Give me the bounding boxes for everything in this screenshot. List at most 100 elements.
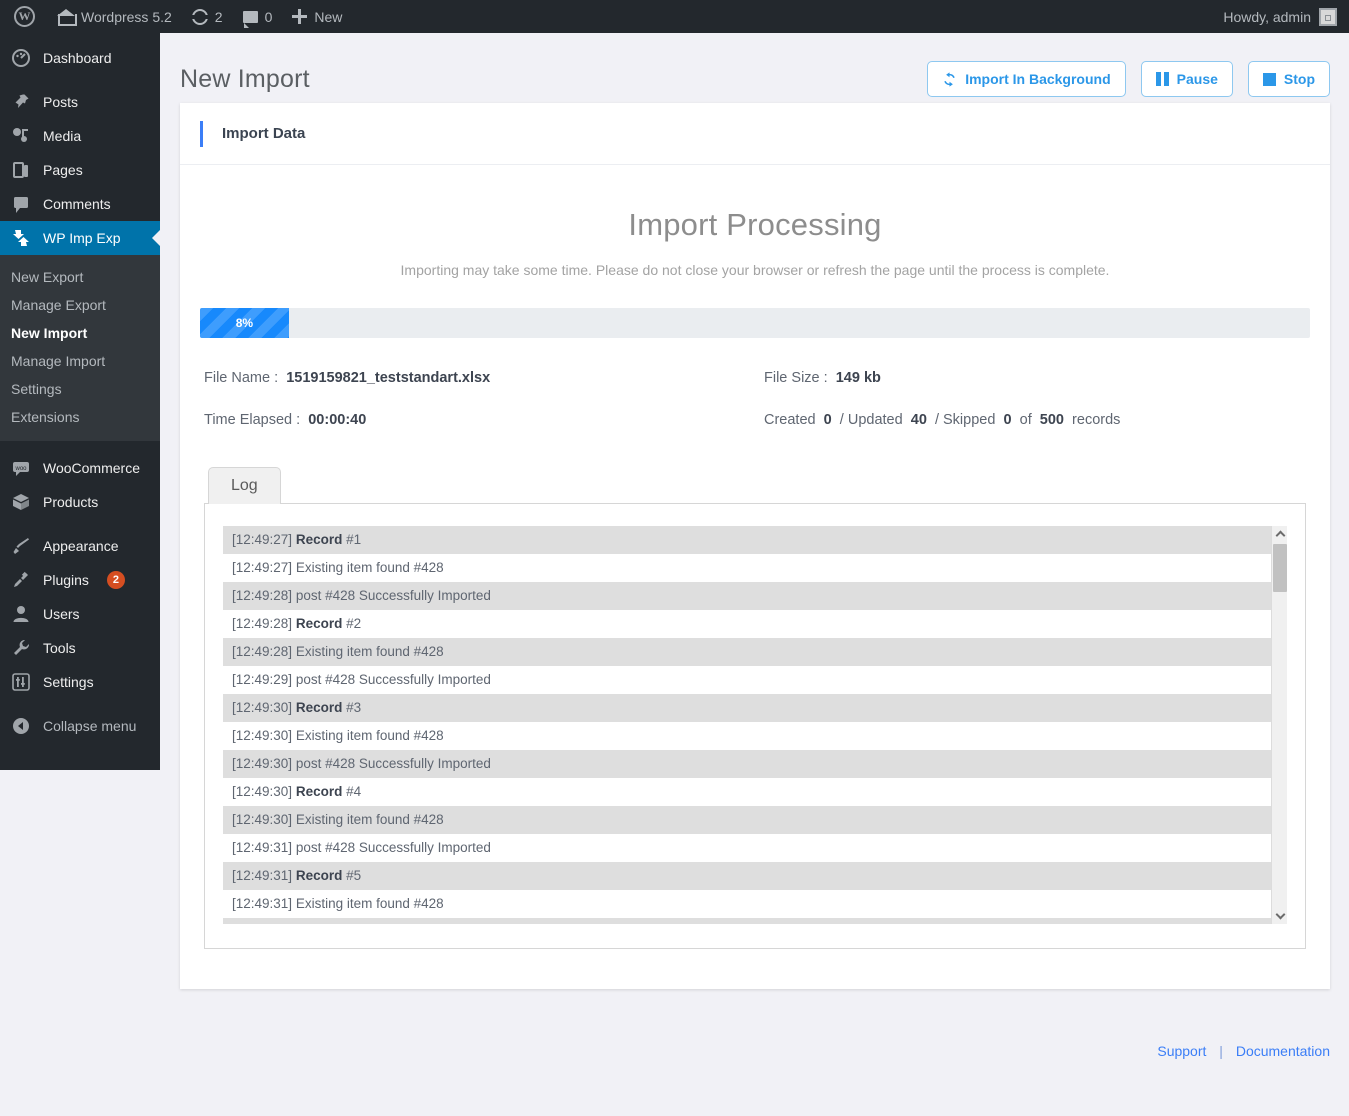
admin-sidebar: Dashboard Posts Media Pages Comments WP … (0, 33, 160, 770)
log-row-emphasis: Record (295, 868, 343, 883)
sidebar-item-wp-imp-exp[interactable]: WP Imp Exp (0, 221, 160, 255)
sidebar-item-dashboard[interactable]: Dashboard (0, 41, 160, 75)
dashboard-icon (11, 48, 31, 68)
pause-button[interactable]: Pause (1140, 61, 1233, 97)
submenu-item-extensions[interactable]: Extensions (0, 403, 160, 431)
log-row-time: [12:49:27] (232, 560, 293, 575)
submenu-item-new-import[interactable]: New Import (0, 319, 160, 347)
log-row-message: post #428 Successfully Imported (292, 588, 491, 603)
file-size-value: 149 kb (835, 370, 881, 386)
sidebar-item-posts[interactable]: Posts (0, 85, 160, 119)
users-icon (11, 604, 31, 624)
scroll-up-icon[interactable] (1272, 526, 1287, 542)
submenu-item-manage-import[interactable]: Manage Import (0, 347, 160, 375)
import-subheading: Importing may take some time. Please do … (400, 262, 1110, 278)
log-row-message: Existing item found #428 (292, 644, 444, 659)
log-panel: [12:49:27] Record #1 [12:49:27] Existing … (204, 504, 1306, 949)
wordpress-logo-menu[interactable] (0, 0, 47, 33)
sidebar-item-woocommerce[interactable]: woo WooCommerce (0, 451, 160, 485)
avatar (1319, 7, 1337, 26)
log-row-message: post #428 Successfully Imported (292, 840, 491, 855)
log-row (223, 918, 1271, 924)
sidebar-item-pages[interactable]: Pages (0, 153, 160, 187)
posts-pin-icon (11, 92, 31, 112)
log-row: [12:49:30] Existing item found #428 (223, 806, 1271, 834)
log-row-time: [12:49:30] (232, 756, 293, 771)
time-elapsed-label: Time Elapsed : (204, 412, 301, 428)
sidebar-item-plugins[interactable]: Plugins 2 (0, 563, 160, 597)
log-row-emphasis: Record (295, 700, 343, 715)
sidebar-item-products[interactable]: Products (0, 485, 160, 519)
collapse-arrow-icon (11, 716, 31, 736)
updates-count: 2 (214, 8, 223, 25)
account-menu[interactable]: Howdy, admin (1223, 7, 1349, 26)
documentation-link[interactable]: Documentation (1236, 1043, 1330, 1059)
stop-icon (1262, 72, 1276, 86)
site-name-menu[interactable]: Wordpress 5.2 (47, 0, 182, 33)
log-row-time: [12:49:28] (232, 644, 293, 659)
comment-bubble-icon (242, 10, 258, 28)
log-row-message: Existing item found #428 (292, 812, 444, 827)
import-in-background-label: Import In Background (965, 71, 1111, 87)
footer-links: Support | Documentation (1157, 1043, 1330, 1059)
log-tabs: Log [12:49:27] Record #1 [12:49:27] Exist… (200, 466, 1310, 949)
created-value: 0 (823, 412, 832, 428)
updates-menu[interactable]: 2 (182, 0, 233, 33)
log-row: [12:49:30] Record #3 (223, 694, 1271, 722)
new-content-menu[interactable]: New (282, 0, 352, 33)
stop-button[interactable]: Stop (1247, 61, 1330, 97)
sidebar-label: Collapse menu (43, 718, 137, 734)
sidebar-item-tools[interactable]: Tools (0, 631, 160, 665)
pause-icon (1155, 72, 1169, 86)
sidebar-label: Media (43, 128, 82, 144)
sidebar-item-settings[interactable]: Settings (0, 665, 160, 699)
sidebar-label: Plugins (43, 572, 89, 588)
progress-bar-track: 8% (200, 308, 1310, 338)
log-row-message: Existing item found #428 (292, 728, 444, 743)
submenu-item-manage-export[interactable]: Manage Export (0, 291, 160, 319)
log-scrollbar[interactable] (1271, 526, 1287, 924)
log-row-message: #1 (342, 532, 362, 547)
import-in-background-button[interactable]: Import In Background (927, 61, 1126, 97)
media-icon (11, 126, 31, 146)
log-row-time: [12:49:30] (232, 812, 293, 827)
updated-value: 40 (910, 412, 927, 428)
progress-bar-fill: 8% (200, 308, 289, 338)
total-records-value: 500 (1039, 412, 1064, 428)
scroll-down-icon[interactable] (1272, 908, 1287, 924)
submenu-item-settings[interactable]: Settings (0, 375, 160, 403)
log-row: [12:49:27] Existing item found #428 (223, 554, 1271, 582)
slash-1: / (839, 412, 844, 428)
comments-count: 0 (264, 8, 273, 25)
scrollbar-thumb[interactable] (1273, 544, 1287, 592)
page-title: New Import (180, 64, 310, 93)
sidebar-label: Settings (43, 674, 94, 690)
sidebar-item-media[interactable]: Media (0, 119, 160, 153)
slash-2: / (934, 412, 939, 428)
sidebar-label: Comments (43, 196, 111, 212)
sidebar-item-appearance[interactable]: Appearance (0, 529, 160, 563)
time-elapsed-value: 00:00:40 (308, 412, 367, 428)
file-name-row: File Name : 1519159821_teststandart.xlsx (204, 370, 764, 386)
records-label: records (1072, 412, 1121, 428)
log-scroll-area[interactable]: [12:49:27] Record #1 [12:49:27] Existing … (223, 526, 1287, 924)
sidebar-item-comments[interactable]: Comments (0, 187, 160, 221)
log-row-time: [12:49:29] (232, 672, 293, 687)
tab-log[interactable]: Log (208, 467, 281, 504)
pause-label: Pause (1176, 71, 1218, 87)
refresh-icon (190, 8, 209, 25)
support-link[interactable]: Support (1157, 1043, 1206, 1059)
submenu-item-new-export[interactable]: New Export (0, 263, 160, 291)
log-row: [12:49:31] Existing item found #428 (223, 890, 1271, 918)
sidebar-label: Products (43, 494, 99, 510)
time-elapsed-row: Time Elapsed : 00:00:40 (204, 412, 764, 428)
sidebar-item-users[interactable]: Users (0, 597, 160, 631)
comments-menu[interactable]: 0 (233, 0, 283, 33)
sidebar-item-collapse-menu[interactable]: Collapse menu (0, 709, 160, 743)
import-card: Import Data Import Processing Importing … (180, 103, 1330, 989)
comments-icon (11, 194, 31, 214)
appearance-brush-icon (11, 536, 31, 556)
log-row: [12:49:27] Record #1 (223, 526, 1271, 554)
wordpress-logo-icon (14, 6, 35, 27)
page-header: New Import Import In Background Pause St… (160, 33, 1349, 103)
